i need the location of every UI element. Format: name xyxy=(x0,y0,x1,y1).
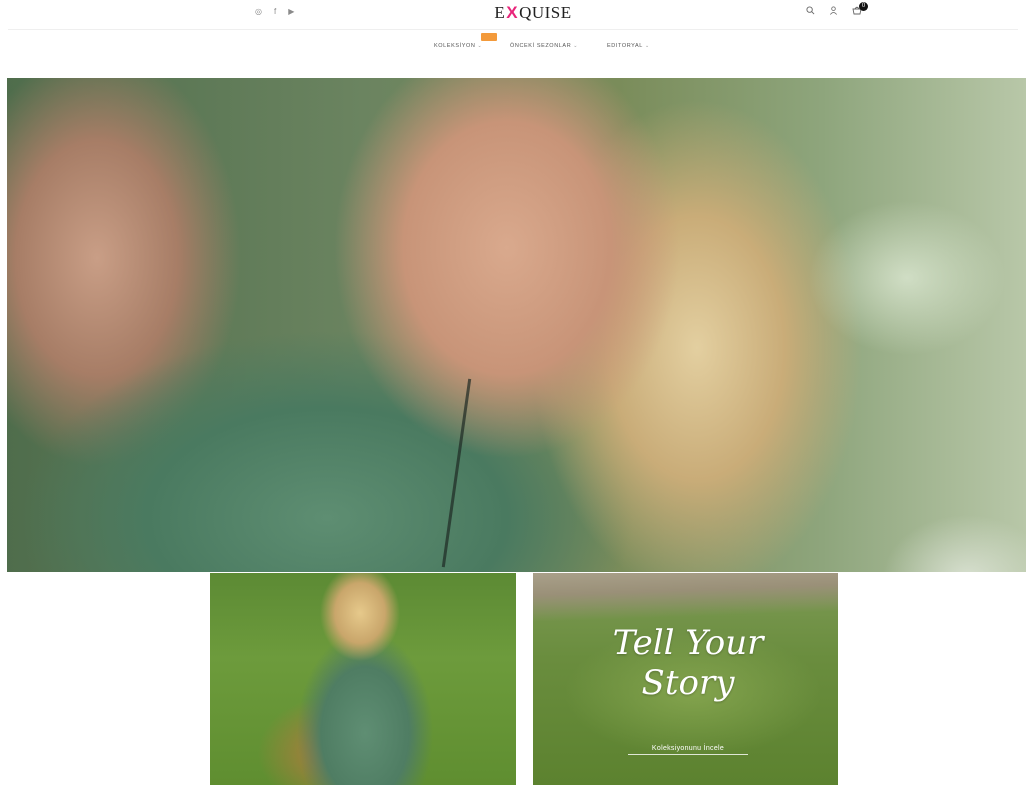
nav-item-koleksiyon[interactable]: KOLEKSİYON ⌄ xyxy=(434,38,482,54)
logo-prefix: E xyxy=(494,3,506,22)
promo-tile[interactable]: Tell Your Story Koleksiyonunu İncele xyxy=(533,573,838,785)
brand-logo[interactable]: E X QUISE xyxy=(478,2,588,24)
promo-title: Tell Your Story xyxy=(593,623,783,703)
header-divider xyxy=(8,29,1018,30)
social-links: ◎ f ▶ xyxy=(255,7,294,17)
hero-banner-image[interactable] xyxy=(7,78,1026,572)
nav-item-editoryal[interactable]: EDITORYAL ⌄ xyxy=(607,38,650,54)
new-badge xyxy=(481,33,497,41)
youtube-icon[interactable]: ▶ xyxy=(288,7,294,17)
explore-collection-link[interactable]: Koleksiyonunu İncele xyxy=(628,745,748,755)
search-icon[interactable] xyxy=(806,5,815,15)
user-icon[interactable] xyxy=(829,5,838,15)
nav-item-label: KOLEKSİYON xyxy=(434,43,476,49)
cart-count-badge: 0 xyxy=(859,2,868,11)
nav-item-label: EDITORYAL xyxy=(607,43,643,49)
logo-suffix: QUISE xyxy=(519,3,572,22)
chevron-down-icon: ⌄ xyxy=(644,43,650,49)
promo-title-line1: Tell Your xyxy=(612,623,764,663)
facebook-icon[interactable]: f xyxy=(274,7,276,17)
main-nav: KOLEKSİYON ⌄ ÖNCEKİ SEZONLAR ⌄ EDITORYAL ⌄ xyxy=(0,38,1026,54)
nav-item-label: ÖNCEKİ SEZONLAR xyxy=(510,43,572,49)
instagram-icon[interactable]: ◎ xyxy=(255,7,262,17)
chevron-down-icon: ⌄ xyxy=(573,43,579,49)
nav-item-onceki-sezonlar[interactable]: ÖNCEKİ SEZONLAR ⌄ xyxy=(510,38,578,54)
promo-title-line2: Story xyxy=(641,663,735,703)
header-utilities: 0 xyxy=(806,2,868,15)
top-header: ◎ f ▶ E X QUISE 0 xyxy=(0,0,1026,30)
hero-garment-detail xyxy=(441,378,472,568)
logo-x-mark: X xyxy=(506,3,519,22)
chevron-down-icon: ⌄ xyxy=(477,43,483,49)
collection-photo-tile[interactable] xyxy=(210,573,516,785)
cart-icon[interactable]: 0 xyxy=(852,2,868,15)
